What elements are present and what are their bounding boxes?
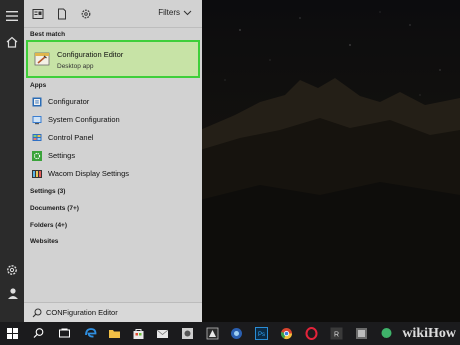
task-view-icon[interactable] <box>58 327 71 340</box>
gear-icon[interactable] <box>4 262 20 278</box>
filters-dropdown[interactable]: Filters <box>158 8 192 17</box>
user-icon[interactable] <box>4 285 20 301</box>
store-icon[interactable] <box>132 327 145 340</box>
document-icon[interactable] <box>56 8 68 20</box>
app-item-control-panel[interactable]: Control Panel <box>28 131 198 146</box>
hamburger-menu-icon[interactable] <box>4 8 20 24</box>
mail-icon[interactable] <box>156 327 169 340</box>
best-match-subtitle: Desktop app <box>57 63 94 70</box>
section-best-match: Best match <box>30 31 66 38</box>
app-taskbar-icon[interactable] <box>181 327 194 340</box>
search-query: CONFiguration Editor <box>46 308 118 317</box>
opera-icon[interactable] <box>305 327 318 340</box>
app-item-system-configuration[interactable]: System Configuration <box>28 113 198 128</box>
results-toolbar: Filters <box>24 0 202 28</box>
settings-icon <box>32 151 42 161</box>
app-item-configurator[interactable]: Configurator <box>28 95 198 110</box>
home-icon[interactable] <box>4 34 20 50</box>
app-taskbar-icon-2[interactable] <box>355 327 368 340</box>
category-settings[interactable]: Settings (3) <box>30 188 65 195</box>
chevron-down-icon <box>183 10 192 15</box>
app-r-taskbar-icon[interactable]: R <box>330 327 343 340</box>
category-folders[interactable]: Folders (4+) <box>30 222 67 229</box>
photoshop-icon[interactable]: Ps <box>255 327 268 340</box>
file-explorer-icon[interactable] <box>108 327 121 340</box>
wacom-icon <box>32 170 42 178</box>
control-panel-icon <box>32 134 42 141</box>
system-configuration-icon <box>32 116 42 125</box>
app-item-settings[interactable]: Settings <box>28 149 198 164</box>
search-input[interactable]: CONFiguration Editor <box>24 302 202 322</box>
app-item-label: System Configuration <box>48 115 120 124</box>
configuration-editor-icon <box>34 52 50 66</box>
app-item-label: Settings <box>48 151 76 160</box>
category-websites[interactable]: Websites <box>30 238 58 245</box>
network-taskbar-icon[interactable] <box>230 327 243 340</box>
app-item-label: Wacom Display Settings <box>48 169 129 178</box>
category-documents[interactable]: Documents (7+) <box>30 205 79 212</box>
apps-icon[interactable] <box>32 8 44 20</box>
best-match-title: Configuration Editor <box>57 50 124 59</box>
app-item-label: Control Panel <box>48 133 94 142</box>
svg-text:R: R <box>334 332 339 339</box>
search-icon <box>32 308 42 318</box>
web-gear-icon[interactable] <box>80 8 92 20</box>
search-taskbar-icon[interactable] <box>32 327 45 340</box>
app-item-label: Configurator <box>48 97 90 106</box>
wikihow-watermark: wikiHow <box>402 326 456 341</box>
edge-browser-icon[interactable] <box>84 327 97 340</box>
search-results-panel: Filters Best match Configuration Editor … <box>24 0 202 322</box>
media-taskbar-icon[interactable] <box>206 327 219 340</box>
configurator-icon <box>32 97 42 107</box>
section-apps: Apps <box>30 82 47 89</box>
start-rail <box>0 0 24 322</box>
svg-text:Ps: Ps <box>258 332 265 338</box>
app-item-wacom-display-settings[interactable]: Wacom Display Settings <box>28 167 198 182</box>
filters-label: Filters <box>158 8 180 17</box>
best-match-result[interactable]: Configuration Editor Desktop app <box>26 40 200 78</box>
taskbar: Ps R <box>0 322 460 345</box>
windows-start-icon[interactable] <box>6 327 19 340</box>
chat-taskbar-icon[interactable] <box>380 327 393 340</box>
chrome-icon[interactable] <box>280 327 293 340</box>
